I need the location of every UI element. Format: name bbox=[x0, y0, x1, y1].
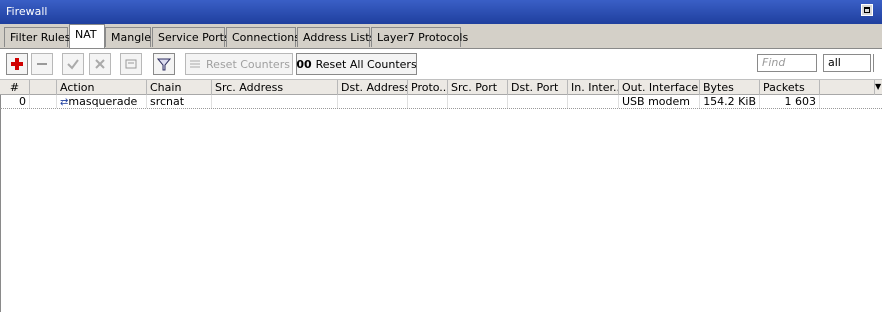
row-src-address bbox=[212, 95, 338, 108]
reset-counters-button[interactable]: Reset Counters bbox=[185, 53, 293, 75]
col-src-address[interactable]: Src. Address bbox=[212, 80, 338, 95]
add-button[interactable] bbox=[6, 53, 28, 75]
row-bytes: 154.2 KiB bbox=[700, 95, 760, 108]
title-bar: Firewall bbox=[0, 0, 882, 24]
find-input[interactable]: Find bbox=[757, 54, 817, 72]
reset-counters-label: Reset Counters bbox=[206, 57, 290, 71]
row-src-port bbox=[448, 95, 508, 108]
reset-all-counters-icon: 00 bbox=[296, 57, 312, 71]
tab-address-lists[interactable]: Address Lists bbox=[297, 27, 375, 47]
col-flag[interactable] bbox=[30, 80, 57, 95]
column-menu-icon[interactable]: ▼ bbox=[875, 82, 881, 91]
rules-list bbox=[0, 95, 882, 312]
tab-filter-rules[interactable]: Filter Rules bbox=[4, 27, 70, 47]
reset-counters-icon bbox=[190, 60, 201, 68]
disable-button[interactable] bbox=[89, 53, 111, 75]
minus-icon bbox=[37, 63, 47, 65]
col-bytes[interactable]: Bytes bbox=[700, 80, 760, 95]
col-src-port[interactable]: Src. Port bbox=[448, 80, 508, 95]
row-out-interface: USB modem bbox=[619, 95, 700, 108]
col-action[interactable]: Action bbox=[57, 80, 147, 95]
reset-all-counters-button[interactable]: 00 Reset All Counters bbox=[296, 53, 417, 75]
col-dst-port[interactable]: Dst. Port bbox=[508, 80, 568, 95]
restore-icon bbox=[864, 7, 870, 13]
row-packets: 1 603 bbox=[760, 95, 820, 108]
col-dst-address[interactable]: Dst. Address bbox=[338, 80, 408, 95]
row-dst-port bbox=[508, 95, 568, 108]
tab-layer7-protocols[interactable]: Layer7 Protocols bbox=[371, 27, 468, 47]
col-num[interactable]: # bbox=[0, 80, 30, 95]
tab-connections[interactable]: Connections bbox=[226, 27, 300, 47]
row-chain: srcnat bbox=[147, 95, 212, 108]
table-header: # Action Chain Src. Address Dst. Address… bbox=[0, 79, 882, 95]
remove-button[interactable] bbox=[31, 53, 53, 75]
row-action-cell: ⇄masquerade bbox=[57, 95, 147, 108]
col-chain[interactable]: Chain bbox=[147, 80, 212, 95]
col-in-interface[interactable]: In. Inter... bbox=[568, 80, 619, 95]
row-action: masquerade bbox=[68, 95, 138, 108]
col-spare bbox=[820, 80, 875, 95]
filter-icon bbox=[157, 58, 171, 71]
toolbar: Reset Counters 00 Reset All Counters Fin… bbox=[0, 48, 882, 76]
restore-button[interactable] bbox=[861, 4, 873, 16]
row-in-interface bbox=[568, 95, 619, 108]
window-title: Firewall bbox=[6, 5, 48, 18]
filter-select-arrow[interactable] bbox=[873, 54, 882, 72]
table-row[interactable]: 0 ⇄masquerade srcnat USB modem 154.2 KiB… bbox=[0, 95, 882, 109]
tab-bar: Filter Rules NAT Mangle Service Ports Co… bbox=[0, 24, 882, 48]
check-icon bbox=[67, 59, 79, 70]
tab-nat[interactable]: NAT bbox=[69, 24, 105, 48]
col-protocol[interactable]: Proto... bbox=[408, 80, 448, 95]
plus-icon bbox=[11, 58, 23, 70]
comment-icon bbox=[125, 59, 137, 69]
comment-button[interactable] bbox=[120, 53, 142, 75]
row-num: 0 bbox=[0, 95, 30, 108]
filter-select[interactable]: all bbox=[823, 54, 871, 72]
row-flag bbox=[30, 95, 57, 108]
cross-icon bbox=[95, 59, 105, 69]
tab-mangle[interactable]: Mangle bbox=[105, 27, 151, 47]
reset-all-counters-label: Reset All Counters bbox=[315, 57, 417, 71]
tab-service-ports[interactable]: Service Ports bbox=[152, 27, 230, 47]
col-packets[interactable]: Packets bbox=[760, 80, 820, 95]
enable-button[interactable] bbox=[62, 53, 84, 75]
row-protocol bbox=[408, 95, 448, 108]
row-dst-address bbox=[338, 95, 408, 108]
col-out-interface[interactable]: Out. Interface bbox=[619, 80, 700, 95]
filter-button[interactable] bbox=[153, 53, 175, 75]
